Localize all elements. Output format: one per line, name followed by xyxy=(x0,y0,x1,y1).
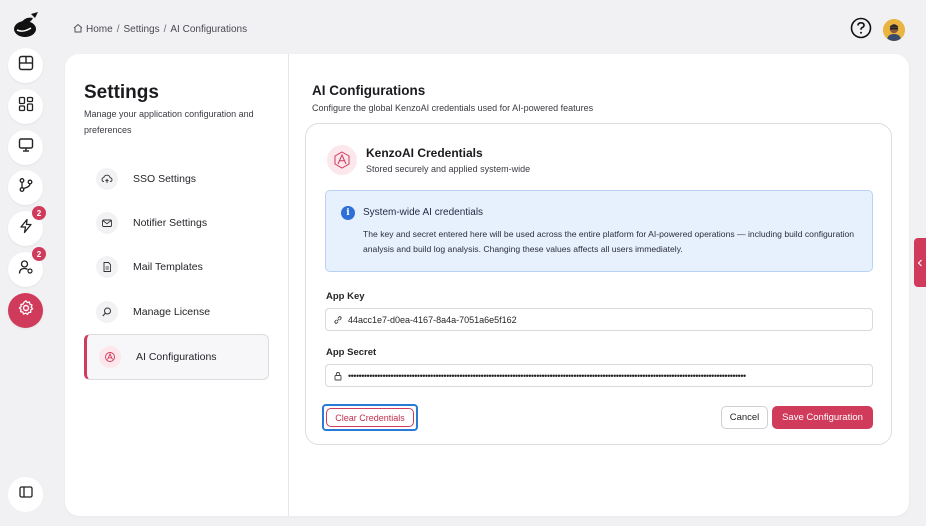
settings-title: Settings xyxy=(84,82,159,103)
search-icon xyxy=(96,301,118,323)
home-icon[interactable] xyxy=(73,23,83,36)
lightning-icon xyxy=(18,218,34,239)
credentials-subtitle: Stored securely and applied system-wide xyxy=(366,164,531,174)
rail-settings-button[interactable] xyxy=(8,293,43,328)
settings-sidebar: Settings Manage your application configu… xyxy=(65,54,289,516)
breadcrumb-settings[interactable]: Settings xyxy=(123,24,159,35)
page-subtitle: Configure the global KenzoAI credentials… xyxy=(312,103,594,113)
nav-item-label: Mail Templates xyxy=(133,261,203,273)
side-drawer-toggle[interactable] xyxy=(914,238,926,287)
layout-icon xyxy=(18,55,34,76)
breadcrumb-separator: / xyxy=(116,24,120,35)
nav-item-mail-templates[interactable]: Mail Templates xyxy=(84,244,269,290)
left-rail: 2 2 xyxy=(0,0,52,526)
nav-item-sso-settings[interactable]: SSO Settings xyxy=(84,156,269,202)
credentials-card: KenzoAI Credentials Stored securely and … xyxy=(305,123,892,445)
link-icon xyxy=(333,315,343,325)
settings-subtitle: Manage your application configuration an… xyxy=(84,109,254,135)
breadcrumb: Home / Settings / AI Configurations xyxy=(73,23,247,36)
info-icon: i xyxy=(341,206,355,220)
help-icon xyxy=(850,17,872,44)
nav-item-label: SSO Settings xyxy=(133,173,197,185)
monitor-icon xyxy=(18,137,34,158)
save-configuration-button[interactable]: Save Configuration xyxy=(772,406,873,429)
sidebar-toggle-icon xyxy=(18,485,33,504)
info-title: System-wide AI credentials xyxy=(363,207,484,218)
nav-item-ai-configurations[interactable]: AI Configurations xyxy=(84,334,269,380)
nav-item-label: Notifier Settings xyxy=(133,217,208,229)
nav-item-label: AI Configurations xyxy=(136,351,217,363)
app-secret-value: ••••••••••••••••••••••••••••••••••••••••… xyxy=(348,370,746,381)
app-logo-icon[interactable] xyxy=(9,8,43,42)
app-key-label: App Key xyxy=(326,291,365,302)
lock-icon xyxy=(333,371,343,381)
deploy-count-badge: 2 xyxy=(32,206,46,220)
clear-credentials-label: Clear Credentials xyxy=(326,408,414,427)
chevron-left-icon xyxy=(917,254,923,272)
nav-item-notifier-settings[interactable]: Notifier Settings xyxy=(84,200,269,246)
info-text: The key and secret entered here will be … xyxy=(363,229,855,254)
user-avatar[interactable] xyxy=(883,19,905,41)
info-callout: i System-wide AI credentials The key and… xyxy=(325,190,873,272)
rail-monitor-button[interactable] xyxy=(8,130,43,165)
grid-icon xyxy=(18,96,34,117)
app-secret-label: App Secret xyxy=(326,347,377,358)
app-secret-input[interactable]: ••••••••••••••••••••••••••••••••••••••••… xyxy=(325,364,873,387)
breadcrumb-current: AI Configurations xyxy=(170,24,248,35)
app-key-input[interactable]: 44acc1e7-d0ea-4167-8a4a-7051a6e5f162 xyxy=(325,308,873,331)
breadcrumb-home[interactable]: Home xyxy=(86,24,113,35)
clear-credentials-button[interactable]: Clear Credentials xyxy=(322,404,418,431)
credentials-title: KenzoAI Credentials xyxy=(366,146,483,160)
cloud-sync-icon xyxy=(96,168,118,190)
rail-dashboard-button[interactable] xyxy=(8,48,43,83)
rail-apps-button[interactable] xyxy=(8,89,43,124)
app-key-value: 44acc1e7-d0ea-4167-8a4a-7051a6e5f162 xyxy=(348,314,517,325)
git-branch-icon xyxy=(18,177,34,198)
mail-icon xyxy=(96,212,118,234)
nav-item-manage-license[interactable]: Manage License xyxy=(84,289,269,335)
collapse-sidebar-button[interactable] xyxy=(8,477,43,512)
rail-pipelines-button[interactable] xyxy=(8,170,43,205)
page-title: AI Configurations xyxy=(312,83,426,98)
rail-deploy-button[interactable]: 2 xyxy=(8,206,46,246)
settings-panel: Settings Manage your application configu… xyxy=(65,54,909,516)
breadcrumb-separator: / xyxy=(163,24,167,35)
user-settings-icon xyxy=(18,259,34,280)
rail-users-button[interactable]: 2 xyxy=(8,247,46,287)
users-count-badge: 2 xyxy=(32,247,46,261)
kenzoai-logo-icon xyxy=(327,145,357,175)
gear-icon xyxy=(17,299,35,322)
nav-item-label: Manage License xyxy=(133,306,211,318)
help-button[interactable] xyxy=(850,17,872,44)
cancel-button[interactable]: Cancel xyxy=(721,406,768,429)
document-icon xyxy=(96,256,118,278)
ai-logo-icon xyxy=(99,346,121,368)
